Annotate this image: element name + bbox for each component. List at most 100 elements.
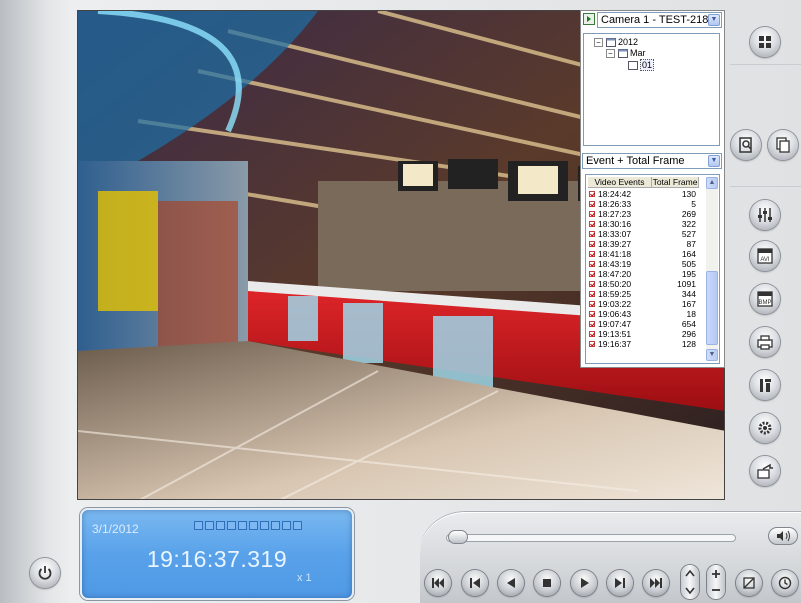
tree-node-day[interactable]: 01 [628,59,655,71]
playback-slider-handle[interactable] [448,530,468,544]
event-row[interactable]: 18:27:23 269 [588,210,698,219]
backup-button[interactable] [750,456,780,486]
event-row[interactable]: 19:13:51 296 [588,330,698,339]
avi-file-icon: AVI [757,248,773,264]
collapse-icon[interactable]: – [606,49,615,59]
previous-frame-button[interactable] [462,570,488,596]
event-checkbox[interactable] [589,281,595,287]
event-row[interactable]: 18:50:20 1091 [588,280,698,289]
event-checkbox[interactable] [589,321,595,327]
column-header-video-events[interactable]: Video Events [588,177,652,188]
go-to-end-button[interactable] [643,570,669,596]
event-checkbox[interactable] [589,191,595,197]
event-time: 19:13:51 [598,329,632,339]
minus-icon[interactable] [710,584,722,596]
chevron-down-icon[interactable] [684,584,696,596]
event-filter-select[interactable]: Event + Total Frame ▼ [582,153,722,169]
skip-end-icon [650,578,662,588]
event-checkbox[interactable] [589,271,595,277]
event-row[interactable]: 18:47:20 195 [588,270,698,279]
tools-button[interactable] [750,370,780,400]
event-checkbox[interactable] [589,311,595,317]
clock-icon [778,576,792,590]
event-checkbox[interactable] [589,241,595,247]
event-row[interactable]: 18:43:19 505 [588,260,698,269]
chevron-down-icon[interactable]: ▼ [708,14,720,26]
step-back-icon [470,578,480,588]
zoom-control[interactable] [707,565,725,599]
panel-toggle-icon[interactable] [583,13,595,25]
layout-button[interactable] [750,27,780,57]
time-search-button[interactable] [772,570,798,596]
event-time: 18:30:16 [598,219,632,229]
play-icon [581,578,589,588]
plus-icon[interactable] [710,568,722,580]
scroll-down-icon[interactable]: ▼ [706,349,718,361]
event-checkbox[interactable] [589,231,595,237]
search-button[interactable] [731,130,761,160]
event-checkbox[interactable] [589,201,595,207]
tree-node-year[interactable]: –2012 [594,37,638,48]
step-forward-icon [615,578,625,588]
event-checkbox[interactable] [589,221,595,227]
settings-button[interactable] [750,413,780,443]
event-checkbox[interactable] [589,301,595,307]
event-row[interactable]: 19:07:47 654 [588,320,698,329]
date-tree[interactable]: –2012 – Mar 01 [583,33,720,146]
adjust-button[interactable] [750,200,780,230]
scroll-thumb[interactable] [706,271,718,345]
sensor-icon [271,521,280,530]
event-time: 19:03:22 [598,299,632,309]
event-row[interactable]: 18:24:42 130 [588,190,698,199]
reverse-icon [507,578,515,588]
collapse-icon[interactable]: – [594,38,603,48]
filter-icon [743,577,755,589]
tree-node-month[interactable]: – Mar [606,48,646,59]
snapshot-button[interactable]: BMP [750,284,780,314]
event-checkbox[interactable] [589,251,595,257]
event-row[interactable]: 18:41:18 164 [588,250,698,259]
event-row[interactable]: 19:03:22 167 [588,300,698,309]
event-total-frame: 654 [681,319,696,329]
event-total-frame: 269 [681,209,696,219]
chevron-down-icon[interactable]: ▼ [708,155,720,167]
power-button[interactable] [30,558,60,588]
event-checkbox[interactable] [589,291,595,297]
event-time: 18:39:27 [598,239,632,249]
event-time: 18:26:33 [598,199,632,209]
deinterlace-button[interactable] [736,570,762,596]
playback-slider[interactable] [446,534,736,542]
speed-up-down-control[interactable] [681,565,699,599]
event-row[interactable]: 18:26:33 5 [588,200,698,209]
printer-icon [757,335,773,350]
events-scrollbar[interactable]: ▲ ▼ [706,177,718,361]
event-checkbox[interactable] [589,211,595,217]
event-checkbox[interactable] [589,341,595,347]
play-button[interactable] [571,570,597,596]
copy-button[interactable] [768,130,798,160]
audio-button[interactable] [768,527,798,545]
reverse-play-button[interactable] [498,570,524,596]
event-row[interactable]: 18:33:07 527 [588,230,698,239]
chevron-up-icon[interactable] [684,568,696,580]
search-icon [739,137,752,153]
event-row[interactable]: 18:59:25 344 [588,290,698,299]
sync-icon [249,521,258,530]
next-frame-button[interactable] [607,570,633,596]
scroll-up-icon[interactable]: ▲ [706,177,718,189]
event-row[interactable]: 18:30:16 322 [588,220,698,229]
event-row[interactable]: 19:06:43 18 [588,310,698,319]
event-total-frame: 130 [681,189,696,199]
event-row[interactable]: 18:39:27 87 [588,240,698,249]
print-button[interactable] [750,327,780,357]
camera-select[interactable]: Camera 1 - TEST-218 ▼ [597,12,722,28]
export-avi-button[interactable]: AVI [750,241,780,271]
relay-icon [282,521,291,530]
go-to-start-button[interactable] [425,570,451,596]
column-header-total-frame[interactable]: Total Frame [652,177,699,188]
stop-button[interactable] [534,570,560,596]
video-events-table[interactable]: Video Events Total Frame 18:24:42 130 18:2… [585,174,720,364]
event-checkbox[interactable] [589,261,595,267]
event-row[interactable]: 19:16:37 128 [588,340,698,349]
event-checkbox[interactable] [589,331,595,337]
